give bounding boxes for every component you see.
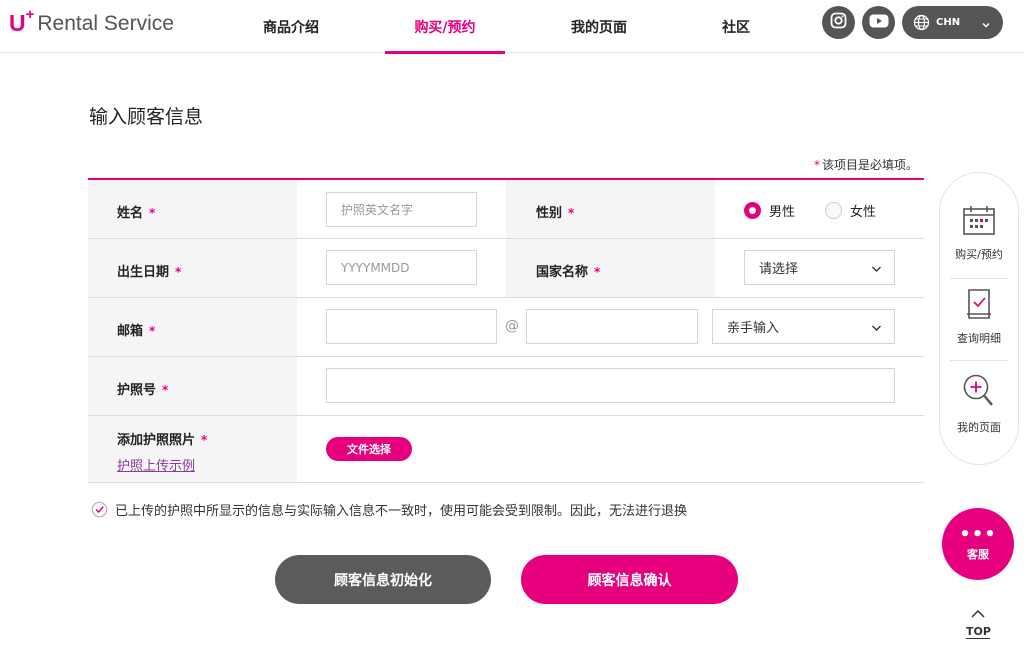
chevron-down-icon — [871, 322, 882, 337]
photo-label: 添加护照照片 * — [117, 429, 207, 448]
instagram-button[interactable] — [822, 6, 855, 39]
quick-item-label: 查询明细 — [957, 332, 1001, 345]
form-row-passport: 护照号 * — [88, 357, 924, 416]
gender-radio-female[interactable]: 女性 — [825, 201, 876, 220]
globe-icon — [913, 14, 930, 31]
scroll-top-label: TOP — [966, 625, 991, 639]
birth-placeholder: YYYYMMDD — [341, 260, 410, 275]
radio-unchecked-icon — [825, 202, 842, 219]
passport-label: 护照号 * — [117, 379, 168, 398]
required-star: * — [162, 383, 169, 397]
check-circle-icon — [91, 501, 108, 518]
email-label-text: 邮箱 — [117, 324, 144, 339]
magnifier-plus-icon — [940, 373, 1018, 413]
country-label: 国家名称 * — [536, 261, 600, 280]
checklist-icon — [940, 288, 1018, 324]
name-placeholder: 护照英文名字 — [341, 203, 414, 217]
name-label: 姓名 * — [117, 202, 155, 221]
gender-option-male: 男性 — [769, 205, 796, 220]
header: U + Rental Service 商品介绍 购买/预约 我的页面 社区 CH… — [0, 0, 1024, 54]
email-at-sign: @ — [505, 318, 519, 334]
email-domain-input[interactable] — [526, 309, 698, 344]
passport-label-text: 护照号 — [117, 383, 157, 398]
quick-menu: 购买/预约 查询明细 我的页面 — [939, 172, 1019, 465]
radio-checked-icon — [744, 202, 761, 219]
form-row-photo: 添加护照照片 * 护照上传示例 文件选择 — [88, 416, 924, 483]
notice-text: 已上传的护照中所显示的信息与实际输入信息不一致时，使用可能会受到限制。因此，无法… — [115, 504, 688, 519]
nav-item-products[interactable]: 商品介绍 — [250, 0, 332, 53]
required-star: * — [594, 265, 601, 279]
birth-input[interactable]: YYYYMMDD — [326, 250, 477, 285]
form-row-name: 姓名 * 护照英文名字 性别 * 男性 女性 — [88, 180, 924, 239]
logo-u: U — [9, 10, 26, 36]
birth-label-text: 出生日期 — [117, 265, 170, 280]
passport-input[interactable] — [326, 368, 895, 403]
required-star: * — [149, 324, 156, 338]
logo[interactable]: U + Rental Service — [9, 6, 174, 38]
quick-item-label: 购买/预约 — [955, 248, 1003, 261]
required-star: * — [813, 158, 820, 172]
email-domain-selected-value: 亲手输入 — [727, 321, 780, 336]
logo-plus: + — [25, 6, 35, 23]
page-title: 输入顾客信息 — [89, 106, 204, 128]
divider — [950, 278, 1008, 279]
email-label: 邮箱 * — [117, 320, 155, 339]
required-star: * — [568, 206, 575, 220]
instagram-icon — [830, 12, 847, 33]
quick-item-label: 我的页面 — [957, 421, 1001, 434]
chevron-up-icon — [958, 604, 998, 623]
form-row-birth: 出生日期 * YYYYMMDD 国家名称 * 请选择 — [88, 239, 924, 298]
required-star: * — [201, 433, 208, 447]
confirm-button[interactable]: 顾客信息确认 — [521, 555, 738, 604]
language-label: CHN — [936, 17, 961, 28]
calendar-icon — [940, 206, 1018, 240]
country-selected-value: 请选择 — [759, 262, 799, 277]
form-row-email: 邮箱 * @ 亲手输入 — [88, 298, 924, 357]
divider — [950, 360, 1008, 361]
chevron-down-icon — [871, 263, 882, 278]
file-select-button[interactable]: 文件选择 — [326, 437, 412, 461]
customer-service-button[interactable]: ••• 客服 — [942, 508, 1014, 580]
youtube-icon — [869, 13, 889, 32]
required-note: * 该项目是必填项。 — [814, 156, 918, 173]
email-domain-select[interactable]: 亲手输入 — [712, 309, 895, 344]
birth-label: 出生日期 * — [117, 261, 181, 280]
customer-service-label: 客服 — [967, 548, 989, 561]
more-dots-icon: ••• — [959, 524, 997, 545]
youtube-button[interactable] — [862, 6, 895, 39]
country-select[interactable]: 请选择 — [744, 250, 895, 285]
customer-form: 姓名 * 护照英文名字 性别 * 男性 女性 出生日期 * YYYYMMDD 国家名称… — [88, 178, 924, 483]
gender-radio-male[interactable]: 男性 — [744, 201, 795, 220]
quick-item-mypage[interactable]: 我的页面 — [940, 373, 1018, 435]
scroll-top-button[interactable]: TOP — [958, 604, 998, 639]
gender-option-female: 女性 — [850, 205, 877, 220]
required-star: * — [149, 206, 156, 220]
country-label-text: 国家名称 — [536, 265, 589, 280]
quick-item-purchase[interactable]: 购买/预约 — [940, 206, 1018, 262]
name-input[interactable]: 护照英文名字 — [326, 192, 477, 227]
nav-item-purchase[interactable]: 购买/预约 — [385, 0, 505, 54]
required-star: * — [175, 265, 182, 279]
reset-button[interactable]: 顾客信息初始化 — [275, 555, 491, 604]
passport-example-link[interactable]: 护照上传示例 — [117, 455, 195, 474]
name-label-text: 姓名 — [117, 206, 144, 221]
chevron-down-icon — [981, 15, 991, 34]
photo-label-text: 添加护照照片 — [117, 433, 196, 448]
nav-item-mypage[interactable]: 我的页面 — [556, 0, 642, 53]
nav-item-community[interactable]: 社区 — [712, 0, 760, 53]
notice: 已上传的护照中所显示的信息与实际输入信息不一致时，使用可能会受到限制。因此，无法… — [91, 500, 687, 519]
quick-item-history[interactable]: 查询明细 — [940, 288, 1018, 346]
logo-text: Rental Service — [37, 12, 174, 35]
email-local-input[interactable] — [326, 309, 497, 344]
gender-label-text: 性别 — [536, 206, 563, 221]
gender-label: 性别 * — [536, 202, 574, 221]
language-selector[interactable]: CHN — [902, 6, 1003, 39]
required-note-text: 该项目是必填项。 — [821, 158, 918, 172]
